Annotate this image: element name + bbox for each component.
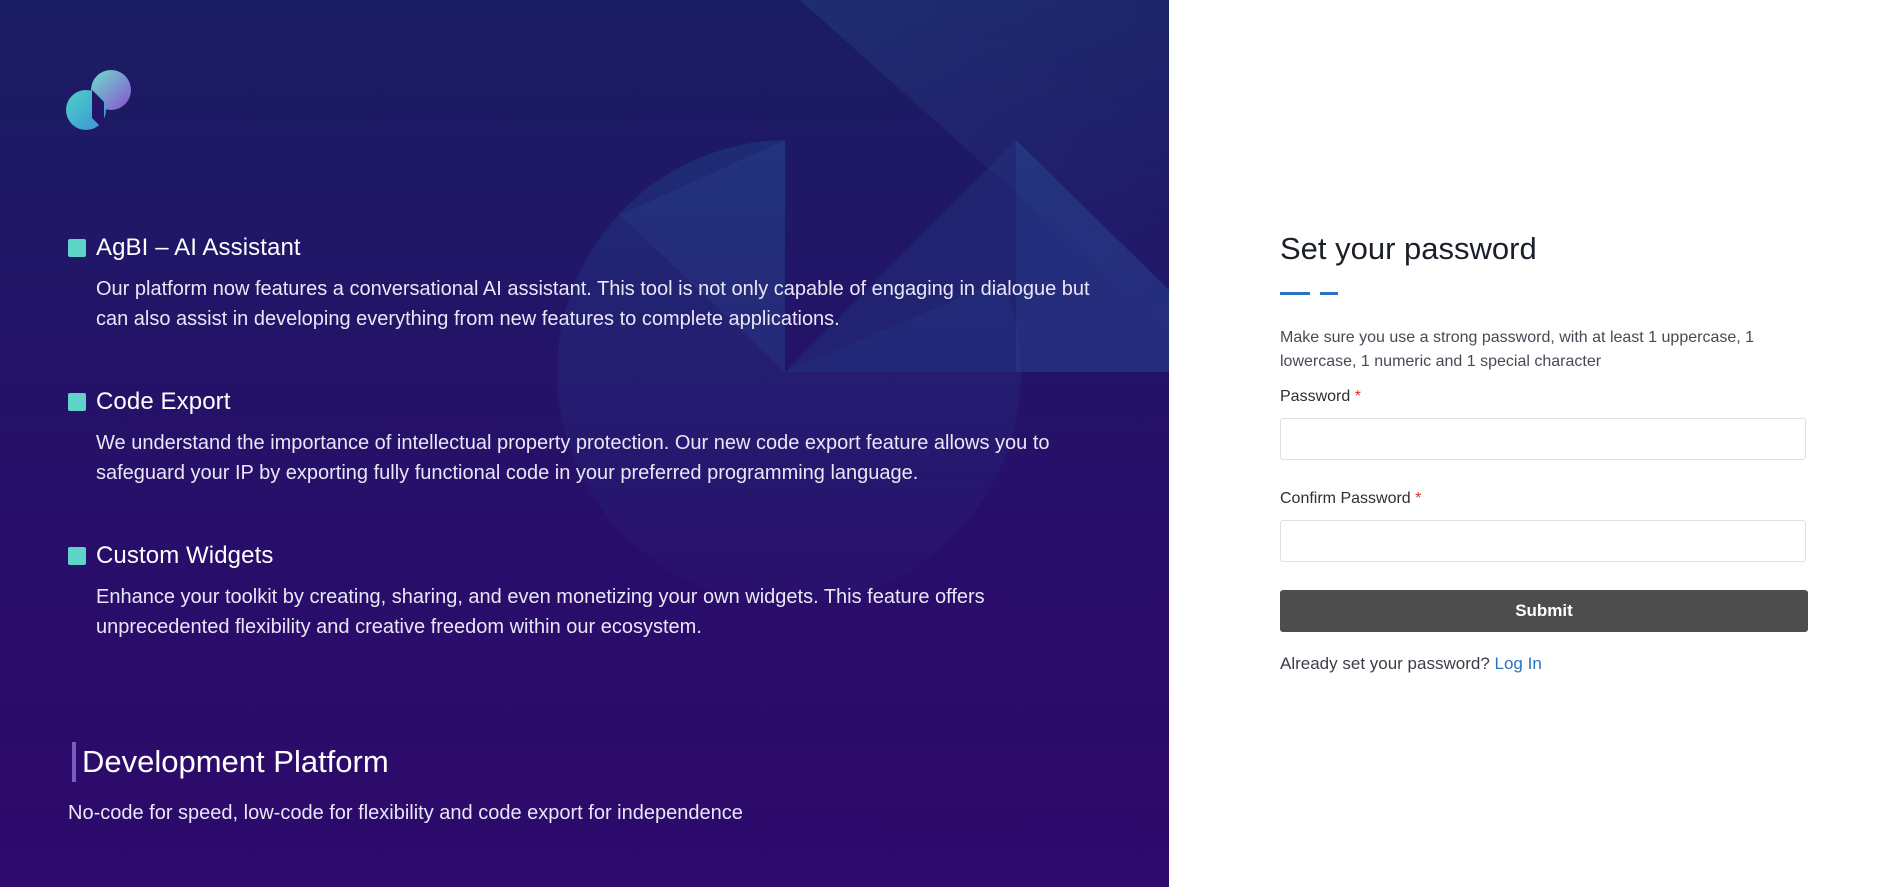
required-marker: * xyxy=(1415,490,1422,507)
feature-description: Our platform now features a conversation… xyxy=(96,278,1090,330)
login-link[interactable]: Log In xyxy=(1495,654,1542,673)
feature-item: AgBI – AI Assistant Our platform now fea… xyxy=(68,230,1108,334)
promo-panel: AgBI – AI Assistant Our platform now fea… xyxy=(0,0,1169,887)
accent-bar xyxy=(72,742,76,782)
confirm-password-label: Confirm Password * xyxy=(1280,490,1808,510)
brand-logo-icon xyxy=(66,70,131,130)
required-marker: * xyxy=(1354,388,1361,405)
feature-list: AgBI – AI Assistant Our platform now fea… xyxy=(68,230,1108,692)
feature-description: We understand the importance of intellec… xyxy=(96,432,1050,484)
square-bullet-icon xyxy=(68,239,86,257)
feature-description: Enhance your toolkit by creating, sharin… xyxy=(96,586,985,638)
set-password-form: Set your password Make sure you use a st… xyxy=(1280,228,1808,674)
dash-short xyxy=(1320,292,1338,295)
platform-section: Development Platform No-code for speed, … xyxy=(68,742,743,825)
password-label: Password * xyxy=(1280,388,1808,408)
platform-title: Development Platform xyxy=(82,744,389,779)
form-panel: Set your password Make sure you use a st… xyxy=(1169,0,1895,887)
feature-title: AgBI – AI Assistant xyxy=(96,234,301,261)
login-prompt-text: Already set your password? xyxy=(1280,654,1490,673)
login-prompt: Already set your password? Log In xyxy=(1280,654,1808,674)
dash-long xyxy=(1280,292,1310,295)
confirm-password-label-text: Confirm Password xyxy=(1280,490,1411,507)
square-bullet-icon xyxy=(68,547,86,565)
feature-item: Custom Widgets Enhance your toolkit by c… xyxy=(68,538,1108,642)
platform-subtitle: No-code for speed, low-code for flexibil… xyxy=(68,802,743,824)
password-label-text: Password xyxy=(1280,388,1351,405)
password-requirements-text: Make sure you use a strong password, wit… xyxy=(1280,329,1755,370)
feature-title: Custom Widgets xyxy=(96,542,274,569)
title-underline xyxy=(1280,292,1808,296)
square-bullet-icon xyxy=(68,393,86,411)
feature-item: Code Export We understand the importance… xyxy=(68,384,1108,488)
feature-title: Code Export xyxy=(96,388,231,415)
confirm-password-input[interactable] xyxy=(1280,520,1806,562)
password-input[interactable] xyxy=(1280,418,1806,460)
submit-button[interactable]: Submit xyxy=(1280,590,1808,632)
page-title: Set your password xyxy=(1280,231,1537,266)
